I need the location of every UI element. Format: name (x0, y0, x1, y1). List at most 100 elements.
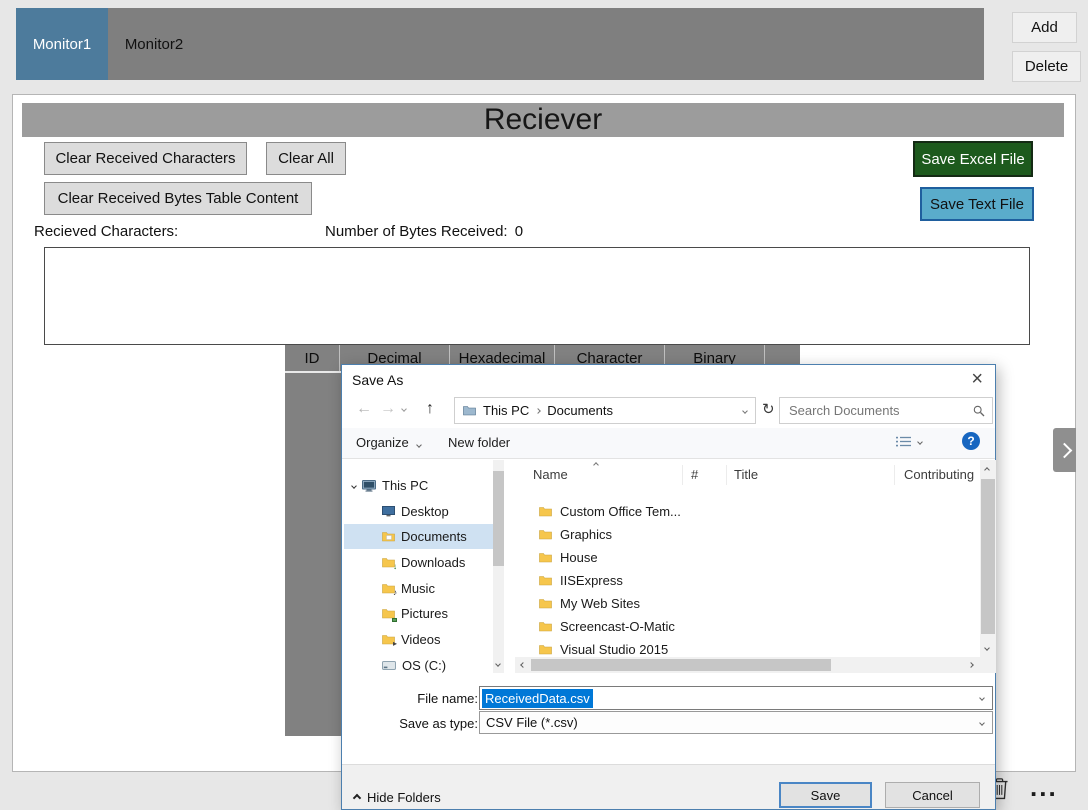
sidebar-item-documents[interactable]: Documents (344, 524, 493, 549)
column-header-contributing[interactable]: Contributing (904, 467, 974, 482)
sidebar-item-music[interactable]: ♪ Music (344, 576, 493, 601)
expand-chevron-icon[interactable] (351, 482, 357, 489)
column-header-number[interactable]: # (691, 467, 698, 482)
save-as-type-chevron-icon[interactable] (979, 719, 985, 726)
hscrollbar-thumb[interactable] (531, 659, 831, 671)
hide-folders-label: Hide Folders (367, 790, 441, 805)
receiver-title-bar: Reciever (22, 103, 1064, 137)
column-separator (682, 465, 683, 485)
scroll-up-icon[interactable] (984, 467, 990, 473)
sidebar-label: Documents (401, 529, 467, 544)
list-item-iisexpress[interactable]: IISExpress (510, 569, 980, 591)
up-icon[interactable]: ↑ (426, 401, 434, 417)
cancel-button[interactable]: Cancel (885, 782, 980, 808)
sidebar-item-downloads[interactable]: ↓ Downloads (344, 550, 493, 575)
play-icon: ▸ (392, 639, 397, 648)
music-note-icon: ♪ (393, 588, 397, 597)
hide-folders-button[interactable]: Hide Folders (352, 790, 441, 805)
folder-icon (539, 644, 552, 655)
file-list-hscrollbar[interactable] (515, 657, 981, 673)
file-row-label: Visual Studio 2015 (560, 641, 669, 657)
breadcrumb-this-pc[interactable]: This PC (483, 403, 529, 418)
address-folder-icon (463, 405, 476, 416)
delete-monitor-button[interactable]: Delete (1012, 51, 1081, 82)
file-row-label: Custom Office Tem... (560, 503, 681, 519)
scroll-down-icon[interactable] (495, 661, 501, 667)
list-item-graphics[interactable]: Graphics (510, 523, 980, 545)
file-name-dropdown-chevron-icon[interactable] (979, 695, 985, 701)
column-header-title[interactable]: Title (734, 467, 758, 482)
scroll-left-icon[interactable] (520, 662, 526, 668)
save-excel-file-button[interactable]: Save Excel File (913, 141, 1033, 177)
refresh-icon[interactable]: ↻ (762, 400, 775, 418)
list-item-my-web-sites[interactable]: My Web Sites (510, 592, 980, 614)
bytes-received-label: Number of Bytes Received: 0 (325, 223, 523, 240)
vscrollbar-thumb[interactable] (981, 479, 995, 634)
file-list-vscrollbar[interactable] (980, 460, 996, 673)
address-dropdown-chevron-icon[interactable] (742, 407, 748, 414)
scroll-right-icon[interactable] (968, 662, 974, 668)
sidebar-item-pictures[interactable]: Pictures (344, 601, 493, 626)
pictures-folder-icon (382, 608, 397, 622)
column-header-name[interactable]: Name (533, 467, 568, 482)
computer-icon (362, 479, 376, 492)
videos-folder-icon: ▸ (382, 634, 397, 648)
back-icon[interactable]: ← (356, 401, 372, 417)
bytes-received-count: 0 (514, 223, 524, 240)
address-bar[interactable]: This PC Documents (454, 397, 756, 424)
change-view-icon[interactable] (896, 435, 911, 450)
file-row-label: Graphics (560, 526, 613, 542)
file-name-label: File name: (417, 691, 478, 706)
sidebar-item-videos[interactable]: ▸ Videos (344, 627, 493, 652)
clear-received-characters-button[interactable]: Clear Received Characters (44, 142, 247, 175)
sidebar-label: Videos (401, 632, 441, 647)
list-item-custom-office-templates[interactable]: Custom Office Tem... (510, 500, 980, 522)
tab-monitor2-label: Monitor2 (124, 35, 184, 53)
help-icon[interactable]: ? (962, 432, 980, 450)
breadcrumb-documents[interactable]: Documents (547, 403, 613, 418)
folder-icon (539, 575, 552, 586)
breadcrumb-separator-icon[interactable] (535, 407, 542, 414)
recent-locations-chevron-icon[interactable] (401, 406, 407, 412)
save-text-file-button[interactable]: Save Text File (920, 187, 1034, 221)
column-separator (726, 465, 727, 485)
sidebar-item-this-pc[interactable]: This PC (344, 473, 493, 498)
file-row-label: My Web Sites (560, 595, 640, 611)
sidebar-scrollbar[interactable] (493, 460, 504, 673)
file-name-input[interactable]: ReceivedData.csv (479, 686, 993, 710)
tab-monitor2[interactable]: Monitor2 (108, 8, 200, 80)
organize-chevron-icon (416, 442, 423, 448)
sidebar-item-os-c[interactable]: OS (C:) (344, 653, 493, 678)
monitor-tabstrip: Monitor1 Monitor2 (16, 8, 984, 80)
close-icon[interactable]: × (971, 368, 983, 391)
organize-menu[interactable]: Organize (356, 435, 423, 450)
search-icon[interactable] (973, 405, 985, 420)
col-header-id[interactable]: ID (285, 345, 340, 371)
scroll-down-icon[interactable] (984, 645, 990, 651)
expand-flyout-button[interactable] (1053, 428, 1076, 472)
search-input[interactable] (787, 399, 969, 422)
sidebar-item-desktop[interactable]: Desktop (344, 499, 493, 524)
list-item-house[interactable]: House (510, 546, 980, 568)
sidebar-label: Pictures (401, 606, 448, 621)
clear-received-bytes-table-button[interactable]: Clear Received Bytes Table Content (44, 182, 312, 215)
drive-icon (382, 661, 396, 670)
bytes-received-text: Number of Bytes Received: (325, 223, 508, 240)
add-monitor-button[interactable]: Add (1012, 12, 1077, 43)
file-row-label: Screencast-O-Matic (560, 618, 675, 634)
save-button[interactable]: Save (779, 782, 872, 808)
sidebar-scrollbar-thumb[interactable] (493, 471, 504, 566)
more-options-button[interactable]: ... (1030, 772, 1058, 803)
file-row-label: IISExpress (560, 572, 623, 588)
folder-icon (539, 506, 552, 517)
forward-icon[interactable]: → (380, 401, 396, 417)
organize-label: Organize (356, 435, 409, 450)
save-as-type-select[interactable]: CSV File (*.csv) (479, 711, 993, 734)
received-characters-textbox[interactable] (44, 247, 1030, 345)
list-item-screencast-o-matic[interactable]: Screencast-O-Matic (510, 615, 980, 637)
save-as-type-label: Save as type: (399, 716, 478, 731)
new-folder-button[interactable]: New folder (448, 435, 510, 450)
clear-all-button[interactable]: Clear All (266, 142, 346, 175)
file-row-label: House (560, 549, 598, 565)
tab-monitor1[interactable]: Monitor1 (16, 8, 108, 80)
